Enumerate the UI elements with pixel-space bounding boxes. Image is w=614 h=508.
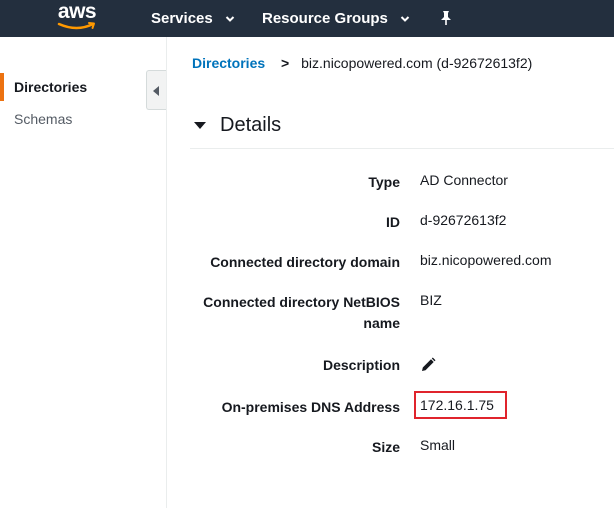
details-title: Details xyxy=(220,114,282,136)
detail-label: Type xyxy=(368,174,400,190)
detail-label: Connected directory domain xyxy=(210,254,400,270)
caret-left-icon xyxy=(153,86,159,96)
caret-down-icon xyxy=(194,122,206,129)
detail-label: On-premises DNS Address xyxy=(221,399,400,415)
sidebar-item-directories[interactable]: Directories xyxy=(0,72,160,102)
aws-smile-icon xyxy=(57,22,95,30)
breadcrumb-separator: > xyxy=(281,55,290,71)
resource-groups-menu[interactable]: Resource Groups xyxy=(262,0,410,37)
detail-value: Small xyxy=(420,437,456,453)
top-nav-bar: aws Services Resource Groups xyxy=(0,0,614,37)
pencil-edit-icon[interactable] xyxy=(420,357,436,373)
sidebar-collapse-button[interactable] xyxy=(146,70,166,110)
detail-label: ID xyxy=(386,214,400,230)
details-section-toggle[interactable]: Details xyxy=(190,108,614,149)
dns-address-highlight-box xyxy=(414,391,507,419)
resource-groups-label: Resource Groups xyxy=(262,10,388,27)
detail-label: Connected directory NetBIOS name xyxy=(203,294,400,331)
detail-label: Size xyxy=(371,439,400,455)
breadcrumb-directories-link[interactable]: Directories xyxy=(192,55,265,71)
sidebar-item-schemas[interactable]: Schemas xyxy=(0,104,160,134)
services-label: Services xyxy=(151,10,213,27)
chevron-down-icon xyxy=(225,16,235,22)
detail-label: Description xyxy=(322,357,400,373)
chevron-down-icon xyxy=(400,16,410,22)
detail-value: d-92672613f2 xyxy=(420,212,507,228)
pin-icon[interactable] xyxy=(438,10,454,26)
breadcrumb-current: biz.nicopowered.com (d-92672613f2) xyxy=(301,55,533,71)
breadcrumb: Directories > biz.nicopowered.com (d-926… xyxy=(192,55,532,71)
services-menu[interactable]: Services xyxy=(151,0,235,37)
aws-logo[interactable]: aws xyxy=(55,0,99,32)
detail-value: AD Connector xyxy=(420,172,508,188)
sidebar: Directories Schemas xyxy=(0,37,167,508)
detail-value: biz.nicopowered.com xyxy=(420,252,552,268)
detail-value: BIZ xyxy=(420,292,442,308)
sidebar-item-label: Schemas xyxy=(14,111,73,127)
sidebar-item-label: Directories xyxy=(14,79,88,95)
